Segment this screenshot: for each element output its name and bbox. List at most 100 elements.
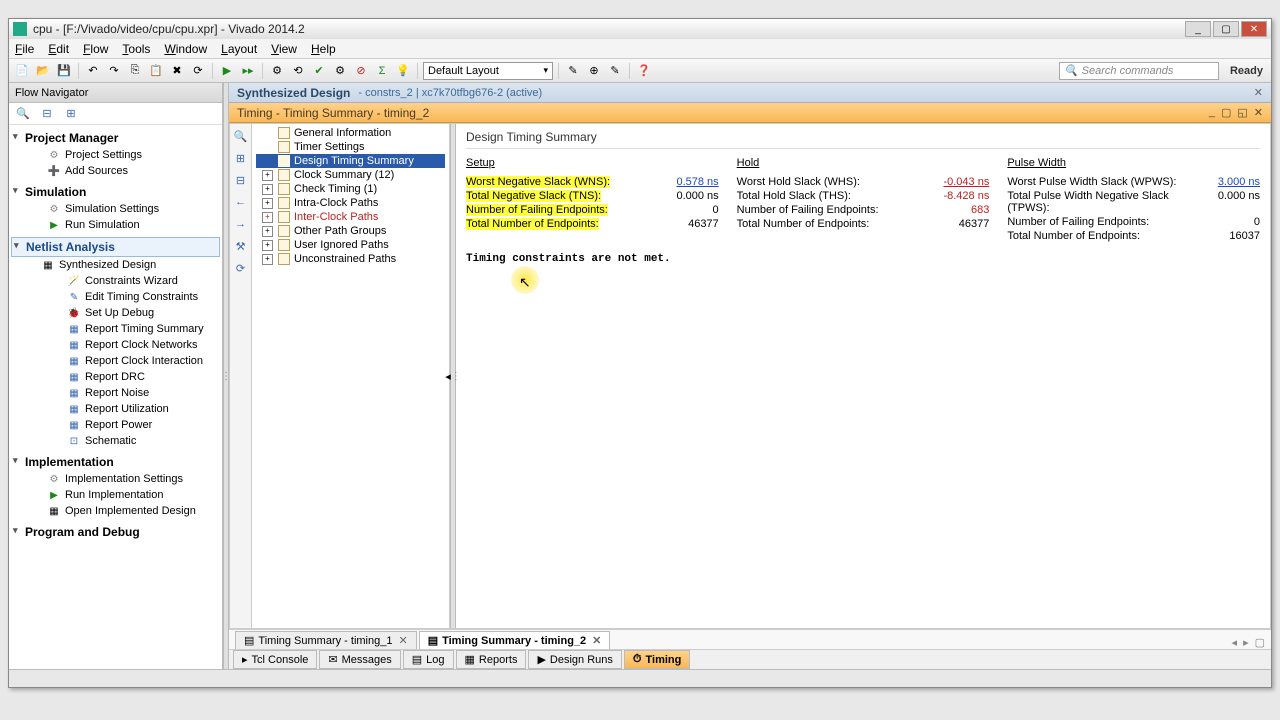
bottom-tab-messages[interactable]: ✉Messages [319, 650, 400, 669]
nav-synth-design[interactable]: ▦Synthesized Design [11, 257, 220, 273]
tree-item[interactable]: Timer Settings [256, 140, 445, 154]
tree-item[interactable]: User Ignored Paths [256, 238, 445, 252]
menu-tools[interactable]: Tools [122, 42, 150, 56]
close-icon[interactable]: ✕ [1254, 86, 1263, 99]
tree-item[interactable]: Unconstrained Paths [256, 252, 445, 266]
tab-next-icon[interactable]: ▸ [1243, 636, 1249, 649]
result-tab[interactable]: ▤Timing Summary - timing_2✕ [419, 631, 611, 649]
tree-item[interactable]: General Information [256, 126, 445, 140]
tool2-icon[interactable]: ⊕ [585, 62, 603, 80]
collapse-icon[interactable]: ⊟ [233, 172, 249, 188]
forward-icon[interactable]: → [233, 216, 249, 232]
cancel-icon[interactable]: ✖ [168, 62, 186, 80]
section-simulation[interactable]: Simulation [11, 183, 220, 201]
nav-edit-timing[interactable]: ✎Edit Timing Constraints [11, 289, 220, 305]
search-icon[interactable]: 🔍 [15, 106, 31, 122]
menu-edit[interactable]: Edit [48, 42, 69, 56]
menu-view[interactable]: View [271, 42, 297, 56]
nav-sim-settings[interactable]: ⚙Simulation Settings [11, 201, 220, 217]
nav-schematic[interactable]: ⊡Schematic [11, 433, 220, 449]
section-implementation[interactable]: Implementation [11, 453, 220, 471]
nav-run-impl[interactable]: ▶Run Implementation [11, 487, 220, 503]
nav-constraints-wizard[interactable]: 🪄Constraints Wizard [11, 273, 220, 289]
tree-item[interactable]: Clock Summary (12) [256, 168, 445, 182]
nav-project-settings[interactable]: ⚙Project Settings [11, 147, 220, 163]
bottom-tab-design-runs[interactable]: ▶Design Runs [528, 650, 621, 669]
back-icon[interactable]: ← [233, 194, 249, 210]
close-button[interactable]: ✕ [1241, 21, 1267, 37]
sigma-icon[interactable]: Σ [373, 62, 391, 80]
section-project-manager[interactable]: Project Manager [11, 129, 220, 147]
tool3-icon[interactable]: ✎ [606, 62, 624, 80]
nav-add-sources[interactable]: ➕Add Sources [11, 163, 220, 179]
result-tab[interactable]: ▤Timing Summary - timing_1✕ [235, 631, 417, 649]
stop-icon[interactable]: ⊘ [352, 62, 370, 80]
nav-report-power[interactable]: ▦Report Power [11, 417, 220, 433]
collapse-all-icon[interactable]: ⊟ [39, 106, 55, 122]
tool1-icon[interactable]: ✎ [564, 62, 582, 80]
menu-layout[interactable]: Layout [221, 42, 257, 56]
save-icon[interactable]: 💾 [55, 62, 73, 80]
nav-open-impl[interactable]: ▦Open Implemented Design [11, 503, 220, 519]
bottom-tab-timing[interactable]: ⏱Timing [624, 650, 690, 669]
redo-icon[interactable]: ↷ [105, 62, 123, 80]
maximize-icon[interactable]: ◱ [1237, 106, 1247, 119]
bottom-tab-log[interactable]: ▤Log [403, 650, 454, 669]
tree-item[interactable]: Intra-Clock Paths [256, 196, 445, 210]
menu-window[interactable]: Window [164, 42, 207, 56]
run-step-icon[interactable]: ▸▸ [239, 62, 257, 80]
nav-report-clock-int[interactable]: ▦Report Clock Interaction [11, 353, 220, 369]
check-icon[interactable]: ✔ [310, 62, 328, 80]
menu-flow[interactable]: Flow [83, 42, 108, 56]
new-icon[interactable]: 📄 [13, 62, 31, 80]
nav-setup-debug[interactable]: 🐞Set Up Debug [11, 305, 220, 321]
open-icon[interactable]: 📂 [34, 62, 52, 80]
bottom-tab-reports[interactable]: ▦Reports [456, 650, 527, 669]
row-value[interactable]: 3.000 ns [1200, 176, 1260, 188]
nav-run-sim[interactable]: ▶Run Simulation [11, 217, 220, 233]
tree-item[interactable]: Inter-Clock Paths [256, 210, 445, 224]
menu-help[interactable]: Help [311, 42, 336, 56]
search-input[interactable]: 🔍 Search commands [1059, 62, 1219, 80]
nav-report-timing[interactable]: ▦Report Timing Summary [11, 321, 220, 337]
tab-prev-icon[interactable]: ◂ [1232, 636, 1238, 649]
tree-item[interactable]: Design Timing Summary [256, 154, 445, 168]
nav-report-clock-net[interactable]: ▦Report Clock Networks [11, 337, 220, 353]
close-icon[interactable]: ✕ [592, 634, 601, 647]
filter-icon[interactable]: ⚒ [233, 238, 249, 254]
nav-report-noise[interactable]: ▦Report Noise [11, 385, 220, 401]
restore-icon[interactable]: ▢ [1221, 106, 1231, 119]
tab-menu-icon[interactable]: ▢ [1255, 636, 1265, 649]
minimize-button[interactable]: _ [1185, 21, 1211, 37]
close-icon[interactable]: ✕ [1254, 106, 1263, 119]
bulb-icon[interactable]: 💡 [394, 62, 412, 80]
close-icon[interactable]: ✕ [398, 634, 407, 647]
nav-impl-settings[interactable]: ⚙Implementation Settings [11, 471, 220, 487]
nav-report-util[interactable]: ▦Report Utilization [11, 401, 220, 417]
minimize-icon[interactable]: _ [1209, 106, 1215, 119]
menu-file[interactable]: File [15, 42, 34, 56]
search-icon[interactable]: 🔍 [233, 128, 249, 144]
reload-icon[interactable]: ⟳ [233, 260, 249, 276]
help-icon[interactable]: ❓ [635, 62, 653, 80]
bottom-tab-tcl-console[interactable]: ▸Tcl Console [233, 650, 317, 669]
copy-icon[interactable]: ⎘ [126, 62, 144, 80]
layout-dropdown[interactable]: Default Layout [423, 62, 553, 80]
tree-item[interactable]: Other Path Groups [256, 224, 445, 238]
impl-icon[interactable]: ⟲ [289, 62, 307, 80]
nav-report-drc[interactable]: ▦Report DRC [11, 369, 220, 385]
paste-icon[interactable]: 📋 [147, 62, 165, 80]
row-value[interactable]: -0.043 ns [929, 176, 989, 188]
run-icon[interactable]: ▶ [218, 62, 236, 80]
expand-icon[interactable]: ⊞ [233, 150, 249, 166]
undo-icon[interactable]: ↶ [84, 62, 102, 80]
refresh-icon[interactable]: ⟳ [189, 62, 207, 80]
expand-all-icon[interactable]: ⊞ [63, 106, 79, 122]
synth-icon[interactable]: ⚙ [268, 62, 286, 80]
section-program[interactable]: Program and Debug [11, 523, 220, 541]
section-netlist[interactable]: Netlist Analysis [11, 237, 220, 257]
row-value[interactable]: 0.578 ns [659, 176, 719, 188]
gear-icon[interactable]: ⚙ [331, 62, 349, 80]
maximize-button[interactable]: ▢ [1213, 21, 1239, 37]
tree-item[interactable]: Check Timing (1) [256, 182, 445, 196]
